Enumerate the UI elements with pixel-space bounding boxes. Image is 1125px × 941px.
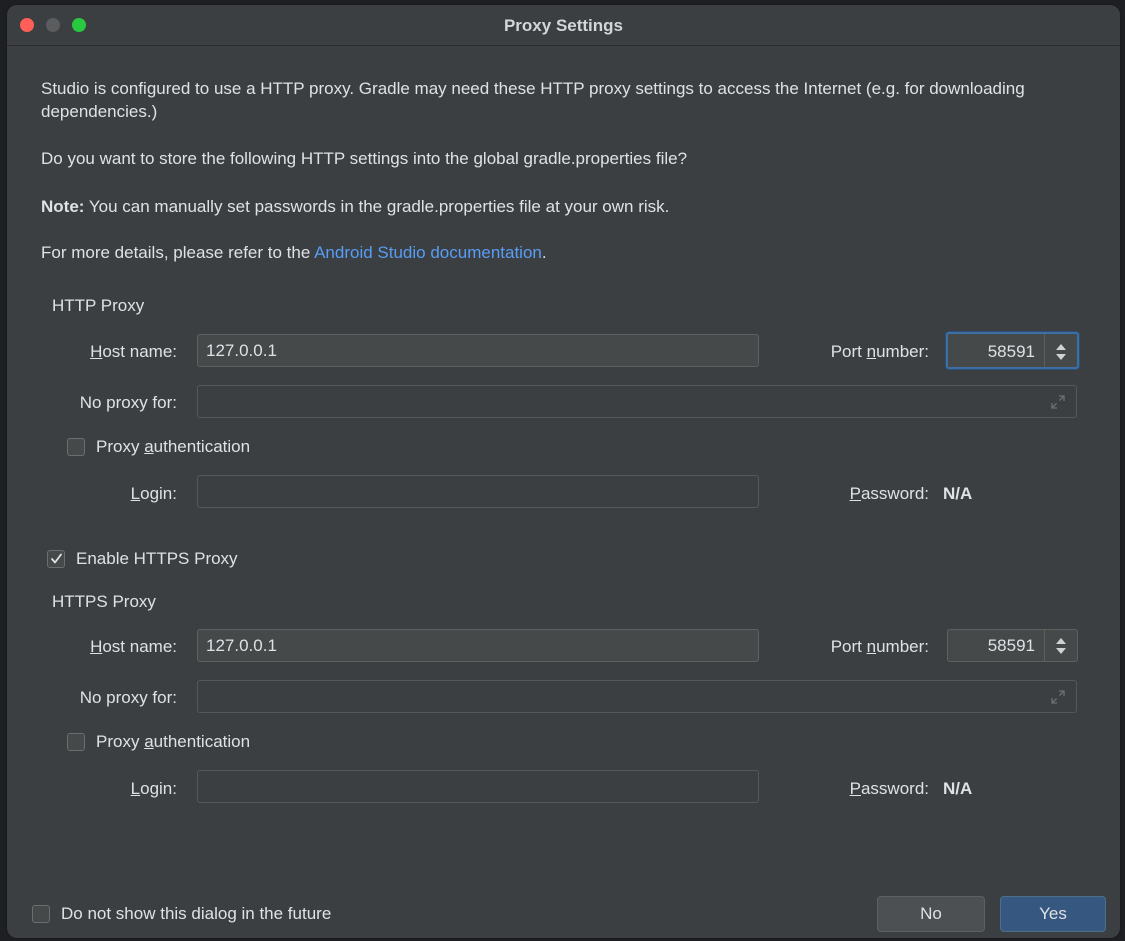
expand-icon[interactable] [1050, 689, 1066, 705]
window-title: Proxy Settings [503, 16, 624, 35]
enable-https-checkbox[interactable] [47, 550, 65, 568]
spinner-divider [1044, 334, 1045, 367]
http-host-input[interactable]: 127.0.0.1 [197, 334, 759, 367]
https-password-value: N/A [943, 779, 973, 798]
details-text: For more details, please refer to the An… [41, 241, 1081, 264]
dont-show-again-label[interactable]: Do not show this dialog in the future [61, 904, 331, 924]
http-port-label: Port number: [830, 342, 929, 361]
title-bar: Proxy Settings [7, 5, 1120, 46]
expand-icon[interactable] [1050, 394, 1066, 410]
intro-text: Studio is configured to use a HTTP proxy… [41, 79, 1025, 121]
https-port-value: 58591 [987, 636, 1035, 655]
http-password-value: N/A [943, 484, 973, 503]
https-port-spinner[interactable]: 58591 [947, 629, 1078, 662]
https-proxy-auth-label[interactable]: Proxy authentication [96, 732, 250, 752]
https-login-label: Login: [130, 779, 177, 798]
dont-show-again-checkbox[interactable] [32, 905, 50, 923]
note-body: You can manually set passwords in the gr… [84, 197, 670, 216]
no-button[interactable]: No [877, 896, 985, 932]
http-port-spinner[interactable]: 58591 [946, 332, 1079, 369]
https-no-proxy-input[interactable] [197, 680, 1077, 713]
spinner-divider [1044, 630, 1045, 661]
spinner-arrows-icon[interactable] [1055, 637, 1067, 655]
http-port-value: 58591 [987, 342, 1035, 361]
http-login-input[interactable] [197, 475, 759, 508]
note-label: Note: [41, 197, 85, 216]
https-proxy-section-label: HTTPS Proxy [52, 592, 156, 611]
https-host-input[interactable]: 127.0.0.1 [197, 629, 759, 662]
spinner-arrows-icon[interactable] [1055, 343, 1067, 361]
http-proxy-auth-checkbox[interactable] [67, 438, 85, 456]
http-proxy-auth-label[interactable]: Proxy authentication [96, 437, 250, 457]
https-login-input[interactable] [197, 770, 759, 803]
https-password-label: Password: [849, 779, 929, 798]
https-proxy-auth-checkbox[interactable] [67, 733, 85, 751]
documentation-link[interactable]: Android Studio documentation [314, 243, 542, 262]
http-host-label: Host name: [90, 342, 177, 361]
details-suffix: . [541, 243, 547, 262]
details-prefix: For more details, please refer to the [41, 243, 315, 262]
yes-button[interactable]: Yes [1000, 896, 1106, 932]
proxy-settings-dialog: Proxy Settings Studio is configured to u… [7, 5, 1120, 938]
https-no-proxy-label: No proxy for: [79, 688, 177, 707]
http-password-label: Password: [849, 484, 929, 503]
http-proxy-section-label: HTTP Proxy [52, 296, 145, 315]
http-login-label: Login: [130, 484, 177, 503]
store-question-text: Do you want to store the following HTTP … [41, 149, 688, 168]
https-host-label: Host name: [90, 637, 177, 656]
note-text: Note: You can manually set passwords in … [41, 195, 1081, 218]
enable-https-label[interactable]: Enable HTTPS Proxy [76, 549, 238, 569]
http-no-proxy-input[interactable] [197, 385, 1077, 418]
https-port-label: Port number: [830, 637, 929, 656]
http-no-proxy-label: No proxy for: [79, 393, 177, 412]
checkmark-icon [51, 553, 62, 564]
